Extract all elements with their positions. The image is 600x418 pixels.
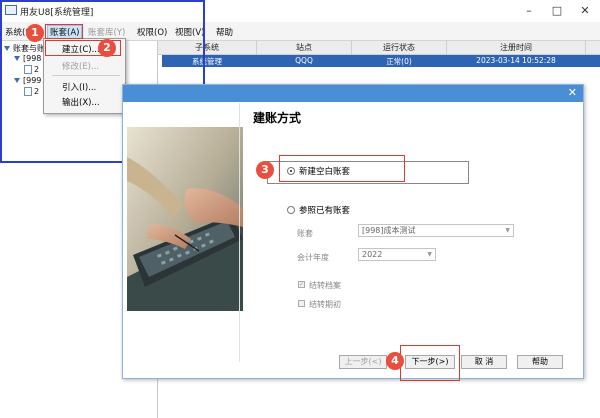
step-badge-1: 1 <box>26 24 44 42</box>
dialog-divider <box>239 103 240 362</box>
help-button[interactable]: 帮助 <box>517 355 563 369</box>
menu-help[interactable]: 帮助 <box>216 26 233 38</box>
annotation-box-new-account <box>279 155 405 182</box>
reference-account-radio[interactable] <box>287 206 295 214</box>
fiscal-year-label: 会计年度 <box>297 253 329 262</box>
menu-item-export[interactable]: 输出(X)... <box>62 96 100 108</box>
annotation-box-account-menu <box>45 24 83 39</box>
minimize-button[interactable]: – <box>520 3 538 19</box>
create-account-dialog: ✕ 建账方式 新建空白账套 参照已有账套 账套 [998]成本测试 ▼ 会计年度… <box>122 84 584 379</box>
archive-checkbox[interactable]: ✓ <box>298 281 305 288</box>
step-badge-2: 2 <box>98 39 116 57</box>
dropdown-arrow-icon: ▼ <box>505 227 510 234</box>
cancel-button[interactable]: 取 消 <box>461 355 507 369</box>
column-header[interactable]: 站点 <box>257 42 351 54</box>
period-label: 结转期初 <box>309 300 341 309</box>
cell-site: QQQ <box>295 56 313 65</box>
maximize-button[interactable]: □ <box>548 3 566 19</box>
account-label: 账套 <box>297 229 313 238</box>
dialog-close-icon[interactable]: ✕ <box>568 86 577 99</box>
step-badge-3: 3 <box>256 161 274 179</box>
tablet-photo <box>127 127 243 311</box>
dropdown-arrow-icon: ▼ <box>427 251 432 258</box>
step-badge-4: 4 <box>386 352 404 370</box>
fiscal-year-select[interactable]: 2022 ▼ <box>358 248 436 261</box>
cell-status: 正常(0) <box>386 57 412 66</box>
dialog-titlebar: ✕ <box>123 85 583 102</box>
annotation-box-next <box>400 345 460 381</box>
list-header: 子系统 站点 运行状态 注册时间 <box>158 41 600 55</box>
reference-account-label[interactable]: 参照已有账套 <box>299 204 350 216</box>
column-header[interactable]: 注册时间 <box>447 42 585 54</box>
prev-button[interactable]: 上一步(<) <box>339 355 387 369</box>
archive-label: 结转档案 <box>309 281 341 290</box>
period-checkbox[interactable] <box>298 300 305 307</box>
menu-item-import[interactable]: 引入(I)... <box>62 81 96 93</box>
table-row[interactable]: 系统管理 QQQ 正常(0) 2023-03-14 10:52:28 <box>162 55 600 67</box>
cell-time: 2023-03-14 10:52:28 <box>476 56 556 65</box>
account-select[interactable]: [998]成本测试 ▼ <box>358 224 514 237</box>
close-button[interactable]: ✕ <box>576 3 594 19</box>
menu-item-modify[interactable]: 修改(E)... <box>62 60 99 72</box>
dialog-heading: 建账方式 <box>253 111 302 125</box>
column-header[interactable]: 运行状态 <box>352 42 446 54</box>
